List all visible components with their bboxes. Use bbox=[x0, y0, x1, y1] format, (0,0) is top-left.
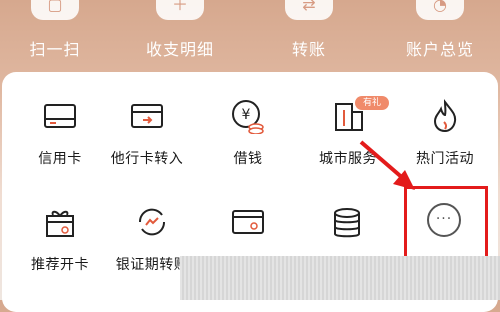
flame-icon bbox=[433, 98, 457, 133]
card-settings-icon bbox=[232, 210, 264, 234]
scroll-overlay bbox=[180, 256, 500, 300]
coins-stack-icon bbox=[334, 208, 360, 238]
scan-icon: ▢ bbox=[31, 0, 79, 20]
shortcut-ledger[interactable]: ＋ 收支明细 bbox=[125, 0, 235, 70]
service-card-transfer-in[interactable]: 他行卡转入 bbox=[92, 92, 202, 172]
shortcut-account-overview[interactable]: ◔ 账户总览 bbox=[385, 0, 495, 70]
promo-badge: 有礼 bbox=[355, 96, 389, 110]
shortcut-label: 转账 bbox=[291, 40, 326, 59]
shortcut-label: 收支明细 bbox=[145, 40, 214, 59]
svg-text:¥: ¥ bbox=[242, 107, 251, 123]
pointer-arrow bbox=[359, 140, 415, 190]
ledger-icon: ＋ bbox=[156, 0, 204, 20]
account-overview-icon: ◔ bbox=[416, 0, 464, 20]
shortcut-transfer[interactable]: ⇄ 转账 bbox=[254, 0, 364, 70]
shortcut-label: 扫一扫 bbox=[29, 40, 81, 59]
shortcut-bar: ▢ 扫一扫 ＋ 收支明细 ⇄ 转账 ◔ 账户总览 bbox=[0, 0, 500, 75]
more-icon[interactable]: ··· bbox=[427, 203, 461, 237]
gift-icon bbox=[46, 210, 74, 237]
credit-card-icon bbox=[44, 104, 76, 128]
transfer-icon: ⇄ bbox=[285, 0, 333, 20]
more-button-highlight: ··· bbox=[404, 186, 488, 266]
card-transfer-in-icon bbox=[131, 104, 163, 128]
shortcut-scan[interactable]: ▢ 扫一扫 bbox=[0, 0, 110, 70]
service-loan[interactable]: ¥ 借钱 bbox=[193, 92, 303, 172]
loan-icon: ¥ bbox=[232, 100, 264, 134]
securities-transfer-icon bbox=[138, 208, 166, 236]
shortcut-label: 账户总览 bbox=[405, 40, 474, 59]
